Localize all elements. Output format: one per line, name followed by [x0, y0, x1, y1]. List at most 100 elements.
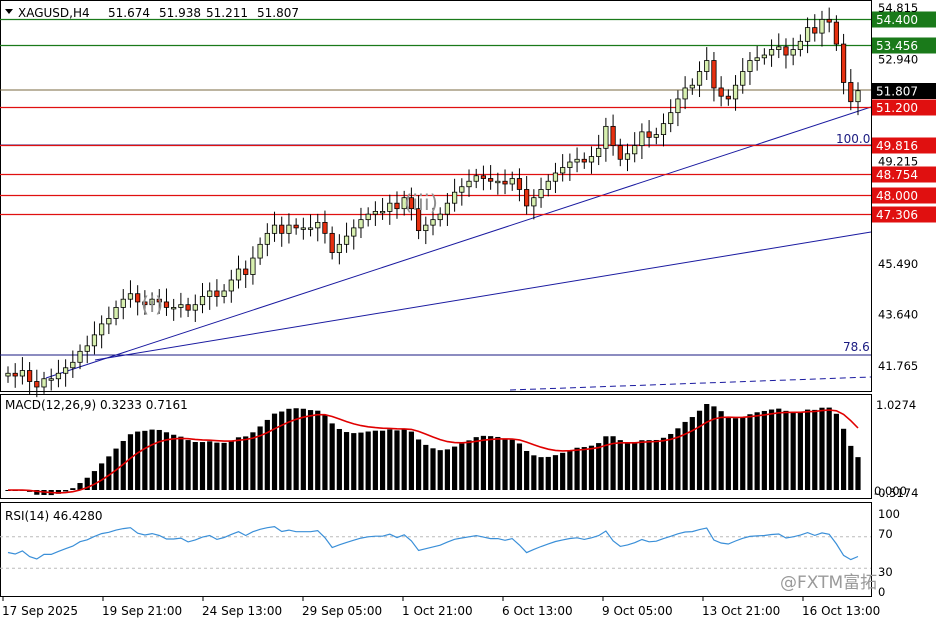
- price-tick-4: 43.640: [878, 308, 918, 322]
- candle-body: [732, 84, 739, 100]
- time-label-8: 16 Oct 13:00: [802, 604, 880, 618]
- candle-body: [27, 370, 33, 382]
- macd-bar: [185, 440, 191, 490]
- macd-bar: [768, 409, 775, 490]
- price-tick-5: 41.765: [878, 359, 918, 373]
- macd-bar: [812, 409, 818, 490]
- candle-body: [329, 232, 335, 253]
- macd-bar: [718, 411, 724, 490]
- candle-body: [113, 307, 119, 319]
- candle-body: [531, 197, 537, 207]
- candle-body: [675, 98, 681, 114]
- macd-bar: [437, 450, 443, 490]
- level-label-5: 48.000: [876, 189, 918, 203]
- time-label-1: 19 Sep 21:00: [102, 604, 182, 618]
- time-label-2: 24 Sep 13:00: [202, 604, 282, 618]
- macd-bar: [509, 439, 515, 490]
- candle-body: [466, 180, 472, 188]
- macd-bar: [790, 412, 796, 490]
- level-label-4: 48.754: [876, 168, 918, 182]
- time-label-7: 13 Oct 21:00: [702, 604, 780, 618]
- candle-body: [545, 180, 551, 190]
- macd-bar: [250, 432, 256, 490]
- rsi-tick-0: 0: [878, 585, 885, 599]
- fib-label-100: 100.0: [836, 132, 870, 146]
- macd-bar: [466, 440, 472, 490]
- ohlc-high: 51.938: [159, 6, 201, 20]
- macd-bar: [668, 433, 674, 490]
- macd-bar: [696, 410, 703, 490]
- macd-bar: [142, 430, 148, 490]
- candle-body: [379, 211, 386, 214]
- time-label-4: 1 Oct 21:00: [402, 604, 473, 618]
- rsi-tick-30: 30: [878, 565, 893, 579]
- candle-body: [646, 131, 652, 138]
- candle-body: [271, 224, 278, 234]
- macd-bar: [473, 437, 479, 490]
- chart-canvas: 54.400 53.456 51.200 49.816 48.754 48.000 47.3…: [0, 0, 936, 624]
- candle-body: [250, 257, 256, 275]
- current-price-label: 51.807: [876, 85, 918, 99]
- ohlc-low: 51.211: [206, 6, 248, 20]
- macd-bar: [783, 410, 789, 490]
- macd-bar: [322, 414, 328, 490]
- macd-bar: [581, 447, 587, 490]
- macd-bar: [127, 434, 134, 490]
- candle-body: [171, 307, 177, 310]
- candle-body: [488, 178, 494, 182]
- candle-body: [567, 161, 573, 168]
- candle-body: [99, 323, 105, 336]
- candle-body: [120, 298, 126, 308]
- macd-bar: [646, 440, 652, 490]
- candle-body: [696, 71, 703, 86]
- candle-body: [322, 221, 328, 234]
- macd-bar: [135, 431, 141, 490]
- macd-bar: [545, 456, 551, 490]
- macd-bar: [833, 413, 839, 490]
- macd-bar: [264, 419, 270, 490]
- macd-bar: [91, 471, 98, 490]
- macd-bar: [632, 442, 638, 490]
- candle-body: [596, 147, 602, 157]
- macd-bar: [502, 438, 508, 490]
- candle-body: [776, 46, 782, 50]
- candle-body: [365, 213, 371, 221]
- candle-body: [423, 224, 429, 232]
- candle-body: [91, 334, 98, 347]
- macd-bar: [401, 429, 407, 490]
- macd-bar: [379, 430, 386, 490]
- candle-body: [228, 279, 234, 292]
- candle-body: [19, 370, 26, 377]
- macd-bar: [596, 443, 602, 490]
- candle-body: [372, 211, 378, 215]
- wave-label-i: (i): [141, 293, 163, 317]
- candle-body: [812, 27, 818, 34]
- macd-bar: [394, 430, 400, 490]
- candle-body: [257, 243, 263, 259]
- candle-body: [480, 175, 487, 179]
- macd-bar: [653, 439, 659, 490]
- candle-body: [343, 235, 350, 245]
- candle-body: [63, 367, 69, 374]
- macd-bar: [444, 449, 451, 490]
- macd-bar: [495, 436, 501, 490]
- macd-bar: [560, 452, 566, 490]
- ohlc-open: 51.674: [108, 6, 150, 20]
- macd-bar: [228, 440, 234, 490]
- candle-body: [718, 87, 724, 97]
- ohlc-close: 51.807: [257, 6, 299, 20]
- candle-body: [574, 158, 580, 163]
- candle-body: [761, 54, 767, 59]
- candle-body: [41, 378, 47, 388]
- macd-bar: [804, 409, 811, 490]
- candle-body: [34, 381, 40, 388]
- candle-body: [660, 123, 667, 136]
- level-label-1: 53.456: [876, 39, 918, 53]
- macd-bar: [689, 417, 695, 490]
- macd-bar: [747, 414, 753, 490]
- candle-body: [790, 49, 796, 56]
- level-label-2: 51.200: [876, 101, 918, 115]
- candle-body: [848, 82, 854, 103]
- candle-body: [127, 293, 134, 300]
- candle-body: [682, 87, 688, 100]
